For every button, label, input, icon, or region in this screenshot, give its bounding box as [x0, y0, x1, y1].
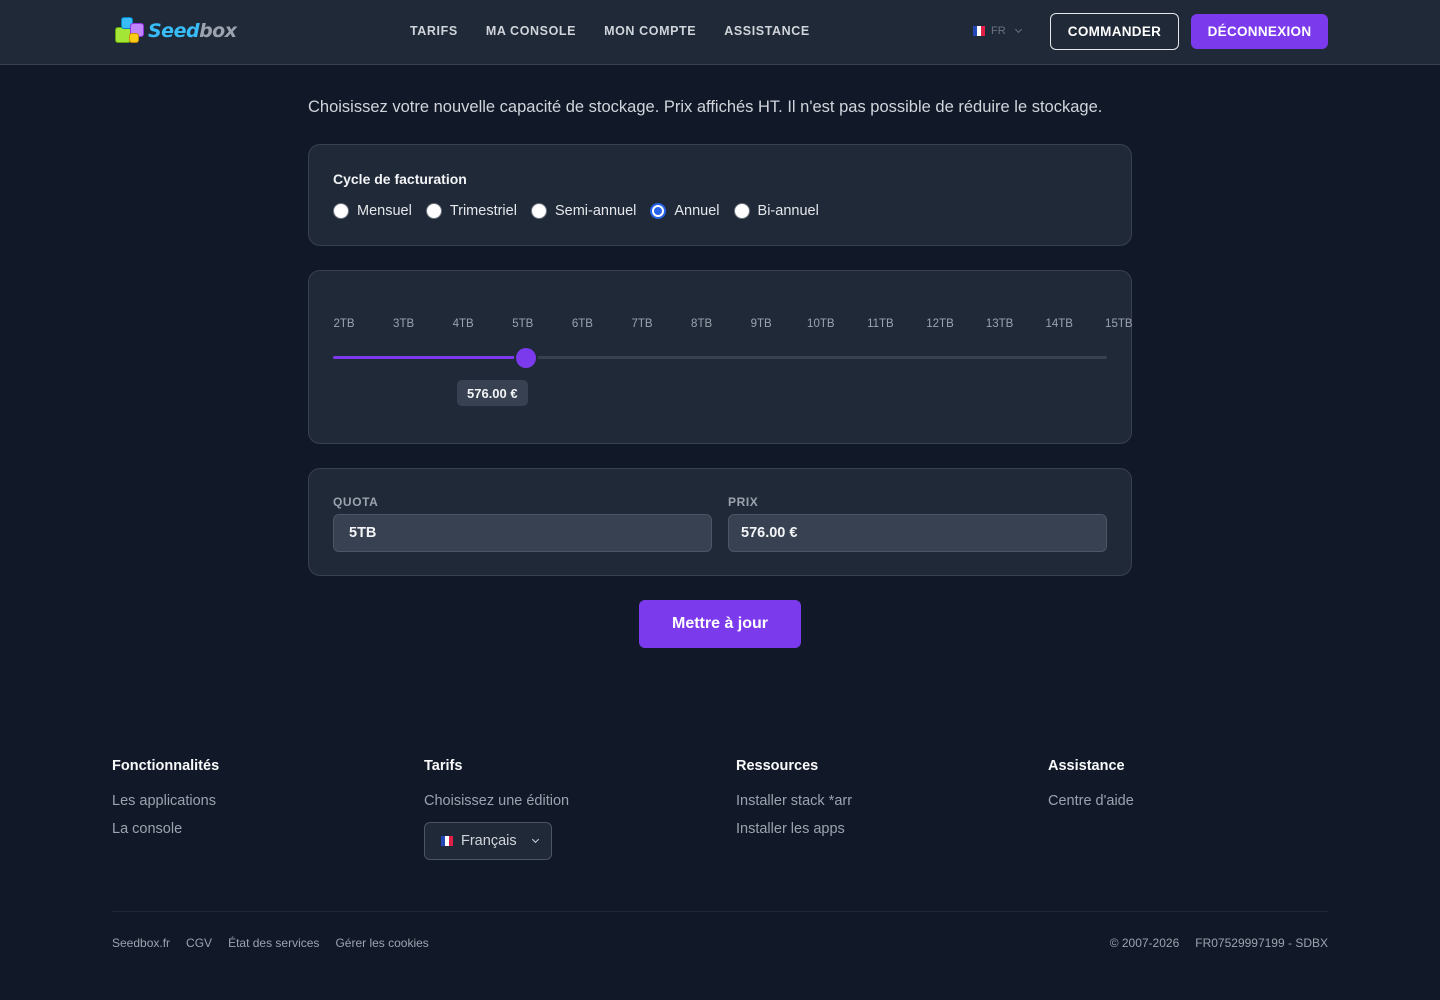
billing-cycle-options: Mensuel Trimestriel Semi-annuel Annuel B…	[333, 203, 823, 219]
logo-cubes-icon	[113, 15, 147, 47]
radio-circle[interactable]	[733, 203, 750, 219]
tick-label-14tb[interactable]: 14TB	[1045, 318, 1073, 330]
tick-label-8tb[interactable]: 8TB	[691, 318, 712, 330]
main-nav: TARIFS MA CONSOLE MON COMPTE ASSISTANCE	[410, 24, 810, 38]
footer-legal: © 2007-2026 FR07529997199 - SDBX	[1110, 936, 1328, 950]
storage-slider-fill	[333, 356, 526, 359]
price-tooltip: 576.00 €	[457, 380, 528, 406]
order-button[interactable]: COMMANDER	[1050, 13, 1179, 50]
price-field[interactable]: 576.00 €	[728, 514, 1107, 552]
language-select-value: Français	[461, 833, 517, 849]
nav-mon-compte[interactable]: MON COMPTE	[604, 24, 696, 38]
footer-col-title: Assistance	[1048, 758, 1125, 774]
language-switcher[interactable]: FR	[973, 25, 1022, 37]
logo-wordmark: Seedbox	[148, 20, 237, 42]
radio-circle[interactable]	[650, 203, 667, 219]
tick-label-15tb[interactable]: 15TB	[1105, 318, 1133, 330]
footer-divider	[112, 911, 1328, 912]
summary-card: QUOTA 5TB PRIX 576.00 €	[308, 468, 1132, 576]
billing-cycle-label: Cycle de facturation	[333, 171, 467, 187]
radio-label: Bi-annuel	[757, 203, 819, 219]
footer-link-status[interactable]: État des services	[228, 936, 319, 950]
storage-slider-handle[interactable]	[515, 348, 536, 368]
quota-label: QUOTA	[333, 495, 379, 509]
footer-link-install-apps[interactable]: Installer les apps	[736, 820, 852, 838]
radio-trimestriel[interactable]: Trimestriel	[425, 203, 517, 219]
footer-link-applications[interactable]: Les applications	[112, 792, 219, 810]
footer-col-support: Assistance Centre d'aide	[1048, 758, 1134, 820]
footer-link-console[interactable]: La console	[112, 820, 219, 838]
update-button[interactable]: Mettre à jour	[639, 600, 801, 648]
storage-intro-text: Choisissez votre nouvelle capacité de st…	[308, 98, 1103, 116]
radio-circle[interactable]	[333, 203, 349, 219]
footer-link-cgv[interactable]: CGV	[186, 936, 212, 950]
radio-circle[interactable]	[425, 203, 442, 219]
french-flag-icon	[441, 836, 453, 846]
tick-label-13tb[interactable]: 13TB	[986, 318, 1014, 330]
nav-assistance[interactable]: ASSISTANCE	[724, 24, 810, 38]
tick-label-9tb[interactable]: 9TB	[751, 318, 772, 330]
footer-link-edition[interactable]: Choisissez une édition	[424, 792, 569, 810]
copyright-text: © 2007-2026	[1109, 936, 1180, 950]
footer-link-install-arr[interactable]: Installer stack *arr	[736, 792, 852, 810]
storage-slider-track[interactable]	[333, 356, 1107, 359]
radio-label: Annuel	[674, 203, 720, 219]
quota-field[interactable]: 5TB	[333, 514, 712, 552]
tick-label-5tb[interactable]: 5TB	[512, 318, 533, 330]
radio-label: Semi-annuel	[554, 203, 637, 219]
footer-col-resources: Ressources Installer stack *arr Installe…	[736, 758, 852, 848]
billing-cycle-card: Cycle de facturation Mensuel Trimestriel…	[308, 144, 1132, 246]
footer-col-features: Fonctionnalités Les applications La cons…	[112, 758, 219, 848]
footer-col-title: Ressources	[736, 758, 819, 774]
tick-label-3tb[interactable]: 3TB	[393, 318, 414, 330]
tick-label-6tb[interactable]: 6TB	[572, 318, 593, 330]
seedbox-logo[interactable]: Seedbox	[113, 15, 245, 47]
radio-label: Trimestriel	[449, 203, 517, 219]
footer-bottom-links: Seedbox.fr CGV État des services Gérer l…	[112, 936, 429, 950]
radio-mensuel[interactable]: Mensuel	[333, 203, 412, 219]
radio-semi-annuel[interactable]: Semi-annuel	[530, 203, 637, 219]
chevron-down-icon	[531, 835, 539, 844]
company-id-text: FR07529997199 - SDBX	[1195, 936, 1328, 950]
language-code: FR	[991, 25, 1006, 37]
radio-bi-annuel[interactable]: Bi-annuel	[733, 203, 819, 219]
storage-slider-card: 2TB 3TB 4TB 5TB 6TB 7TB 8TB 9TB 10TB 11TB 12TB 13TB…	[308, 270, 1133, 444]
logout-button[interactable]: DÉCONNEXION	[1191, 14, 1328, 49]
tick-label-12tb[interactable]: 12TB	[926, 318, 954, 330]
tick-label-4tb[interactable]: 4TB	[453, 318, 474, 330]
radio-label: Mensuel	[357, 203, 412, 219]
chevron-down-icon	[1014, 25, 1022, 34]
nav-tarifs[interactable]: TARIFS	[410, 24, 458, 38]
footer-col-title: Fonctionnalités	[112, 758, 220, 774]
footer-link-help-center[interactable]: Centre d'aide	[1048, 792, 1134, 810]
footer-language-select[interactable]: Français	[424, 822, 552, 860]
storage-tick-labels: 2TB 3TB 4TB 5TB 6TB 7TB 8TB 9TB 10TB 11TB 12TB 13TB…	[309, 318, 1133, 334]
nav-ma-console[interactable]: MA CONSOLE	[486, 24, 576, 38]
radio-annuel[interactable]: Annuel	[650, 203, 720, 219]
footer-link-cookies[interactable]: Gérer les cookies	[335, 936, 428, 950]
tick-label-2tb[interactable]: 2TB	[333, 318, 354, 330]
radio-circle[interactable]	[530, 203, 547, 219]
tick-label-11tb[interactable]: 11TB	[867, 318, 894, 330]
price-label: PRIX	[728, 495, 759, 509]
tick-label-10tb[interactable]: 10TB	[807, 318, 835, 330]
tick-label-7tb[interactable]: 7TB	[631, 318, 652, 330]
footer-link-seedbox[interactable]: Seedbox.fr	[112, 936, 170, 950]
footer-col-pricing: Tarifs Choisissez une édition Français	[424, 758, 569, 860]
site-header: Seedbox TARIFS MA CONSOLE MON COMPTE ASS…	[0, 0, 1440, 65]
french-flag-icon	[973, 26, 985, 36]
footer-col-title: Tarifs	[424, 758, 463, 774]
